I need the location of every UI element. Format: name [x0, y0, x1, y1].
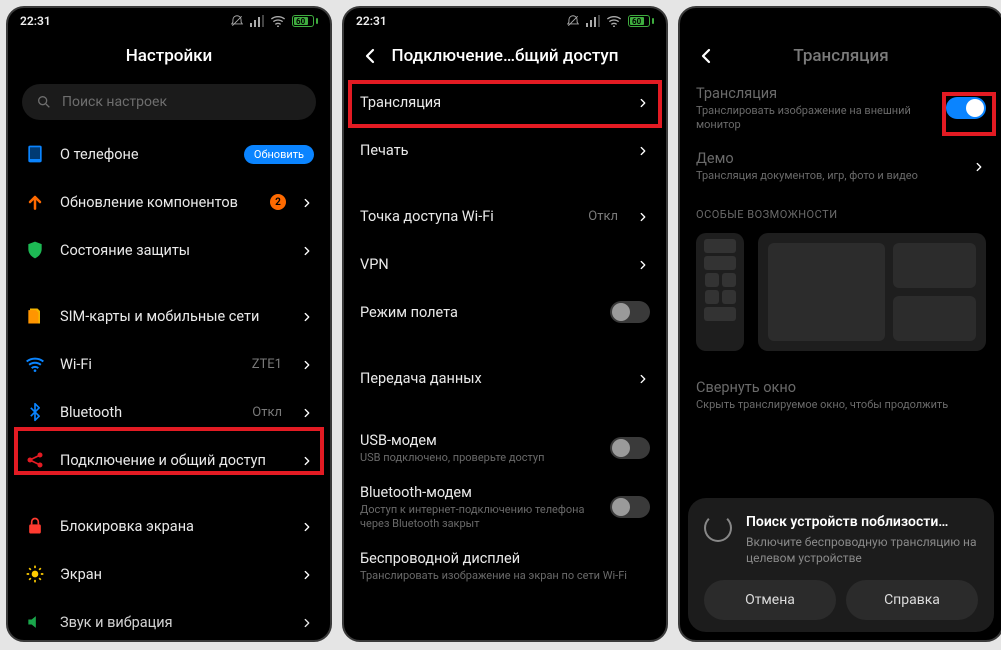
wifi-value: ZTE1	[252, 357, 282, 372]
sound-icon	[24, 611, 46, 633]
row-cast-toggle[interactable]: Трансляция Транслировать изображение на …	[680, 78, 1001, 138]
dnd-icon	[230, 14, 244, 28]
chevron-right-icon	[636, 209, 650, 223]
chevron-right-icon	[300, 519, 314, 533]
row-minimize-window[interactable]: Свернуть окно Скрыть транслируемое окно,…	[680, 367, 1001, 423]
back-button[interactable]	[694, 44, 718, 68]
sheet-title: Поиск устройств поблизости…	[746, 514, 978, 530]
row-about-phone[interactable]: О телефоне Обновить	[8, 130, 330, 178]
search-input[interactable]: Поиск настроек	[22, 84, 316, 120]
searching-sheet: Поиск устройств поблизости… Включите бес…	[688, 498, 994, 632]
airplane-toggle[interactable]	[610, 301, 650, 323]
chevron-right-icon	[636, 143, 650, 157]
row-data-transfer[interactable]: Передача данных	[344, 354, 666, 402]
chevron-right-icon	[300, 195, 314, 209]
row-airplane-mode[interactable]: Режим полета	[344, 288, 666, 336]
page-title: Настройки	[126, 46, 213, 66]
row-connection-sharing[interactable]: Подключение и общий доступ	[8, 436, 330, 484]
cancel-button[interactable]: Отмена	[704, 580, 836, 620]
chevron-right-icon	[972, 159, 986, 173]
tv-illustration	[758, 233, 986, 351]
header: Настройки	[8, 34, 330, 78]
share-icon	[24, 449, 46, 471]
chevron-right-icon	[636, 95, 650, 109]
phone-icon	[24, 143, 46, 165]
usb-toggle[interactable]	[610, 437, 650, 459]
clock: 22:31	[356, 14, 387, 28]
page-title: Подключение…бщий доступ	[392, 46, 619, 66]
chevron-right-icon	[300, 567, 314, 581]
screen-cast: Трансляция Трансляция Транслировать изоб…	[678, 6, 1001, 642]
row-security-status[interactable]: Состояние защиты	[8, 226, 330, 274]
clock: 22:31	[20, 14, 51, 28]
row-wireless-display[interactable]: Беспроводной дисплей Транслировать изобр…	[344, 538, 666, 594]
row-usb-tether[interactable]: USB-модем USB подключено, проверьте дост…	[344, 420, 666, 476]
dnd-icon	[566, 14, 580, 28]
chevron-right-icon	[300, 615, 314, 629]
section-caption: ОСОБЫЕ ВОЗМОЖНОСТИ	[680, 194, 1001, 227]
bt-tether-toggle[interactable]	[610, 496, 650, 518]
chevron-right-icon	[300, 405, 314, 419]
chevron-right-icon	[300, 243, 314, 257]
row-sim-cards[interactable]: SIM-карты и мобильные сети	[8, 292, 330, 340]
row-wifi[interactable]: Wi-Fi ZTE1	[8, 340, 330, 388]
row-hotspot[interactable]: Точка доступа Wi-Fi Откл	[344, 192, 666, 240]
row-sound[interactable]: Звук и вибрация	[8, 598, 330, 642]
bluetooth-value: Откл	[252, 405, 282, 420]
header: Подключение…бщий доступ	[344, 34, 666, 78]
signal-icon	[586, 15, 600, 27]
row-cast[interactable]: Трансляция	[344, 78, 666, 126]
row-lock-screen[interactable]: Блокировка экрана	[8, 502, 330, 550]
shield-icon	[24, 239, 46, 261]
wifi-icon	[606, 15, 622, 27]
update-badge[interactable]: Обновить	[244, 145, 314, 164]
row-display[interactable]: Экран	[8, 550, 330, 598]
help-button[interactable]: Справка	[846, 580, 978, 620]
spinner-icon	[704, 514, 732, 542]
remote-illustration	[696, 233, 744, 351]
chevron-right-icon	[636, 257, 650, 271]
cast-preview	[680, 227, 1001, 367]
row-bt-tether[interactable]: Bluetooth-модем Доступ к интернет-подклю…	[344, 476, 666, 538]
battery-icon: 60	[292, 15, 318, 27]
wifi-icon	[24, 353, 46, 375]
cast-toggle[interactable]	[946, 97, 986, 119]
page-title: Трансляция	[793, 46, 888, 66]
row-vpn[interactable]: VPN	[344, 240, 666, 288]
hotspot-value: Откл	[588, 209, 618, 224]
row-print[interactable]: Печать	[344, 126, 666, 174]
chevron-right-icon	[636, 371, 650, 385]
status-bar: 22:31 60	[8, 8, 330, 34]
search-placeholder: Поиск настроек	[62, 94, 167, 110]
row-component-updates[interactable]: Обновление компонентов 2	[8, 178, 330, 226]
row-bluetooth[interactable]: Bluetooth Откл	[8, 388, 330, 436]
row-demo[interactable]: Демо Трансляция документов, игр, фото и …	[680, 138, 1001, 194]
wifi-icon	[270, 15, 286, 27]
sim-icon	[24, 305, 46, 327]
chevron-right-icon	[300, 309, 314, 323]
back-button[interactable]	[358, 44, 382, 68]
chevron-right-icon	[300, 357, 314, 371]
chevron-right-icon	[300, 453, 314, 467]
status-bar: 22:31 60	[344, 8, 666, 34]
signal-icon	[250, 15, 264, 27]
search-icon	[36, 94, 52, 110]
header: Трансляция	[680, 34, 1001, 78]
lock-icon	[24, 515, 46, 537]
screen-connection-sharing: 22:31 60 Подключение…бщий доступ Трансля…	[342, 6, 668, 642]
update-count-badge: 2	[270, 194, 286, 210]
screen-settings: 22:31 60 Настройки Поиск настроек О теле…	[6, 6, 332, 642]
sun-icon	[24, 563, 46, 585]
sheet-message: Включите беспроводную трансляцию на целе…	[746, 534, 978, 566]
battery-icon: 60	[628, 15, 654, 27]
bluetooth-icon	[24, 401, 46, 423]
update-icon	[24, 191, 46, 213]
